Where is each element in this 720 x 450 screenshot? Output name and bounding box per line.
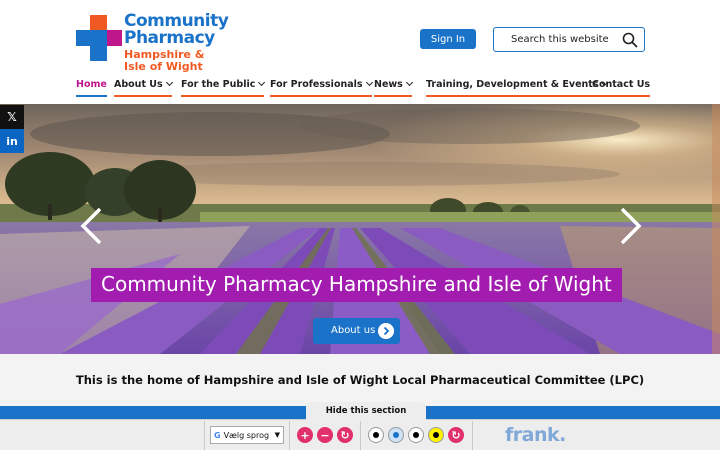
frank-partner-logo[interactable]: frank. bbox=[505, 424, 566, 446]
sign-in-button[interactable]: Sign In bbox=[420, 29, 476, 49]
language-select[interactable]: G Vælg sprog ▼ bbox=[210, 426, 284, 444]
logo-line-4: Isle of Wight bbox=[124, 60, 203, 73]
toolbar-divider bbox=[360, 421, 361, 450]
hero-title: Community Pharmacy Hampshire and Isle of… bbox=[91, 268, 622, 302]
hero-next-arrow-icon[interactable] bbox=[618, 206, 644, 246]
about-us-label: About us bbox=[331, 325, 376, 336]
search-icon[interactable] bbox=[622, 32, 638, 48]
chevron-down-icon bbox=[405, 78, 413, 87]
pharmacy-cross-logo-icon bbox=[76, 15, 122, 61]
chevron-down-icon bbox=[365, 78, 373, 87]
logo-wordmark: Community Pharmacy Hampshire & Isle of W… bbox=[124, 13, 229, 73]
hero-lavender-field-image bbox=[0, 104, 720, 354]
hero-banner bbox=[0, 104, 720, 354]
toolbar-divider bbox=[472, 421, 473, 450]
theme-dot bbox=[433, 432, 439, 438]
hide-section-button[interactable]: Hide this section bbox=[306, 402, 426, 421]
theme-blue-button[interactable] bbox=[388, 427, 404, 443]
toolbar-divider bbox=[289, 421, 290, 450]
theme-dot bbox=[393, 432, 399, 438]
theme-dot bbox=[413, 432, 419, 438]
logo-line-3: Hampshire & bbox=[124, 48, 205, 61]
nav-item-for-the-public[interactable]: For the Public bbox=[181, 78, 266, 97]
nav-item-home[interactable]: Home bbox=[76, 78, 107, 97]
nav-item-training[interactable]: Training, Development & Events bbox=[426, 78, 609, 97]
x-share-icon[interactable]: 𝕏 bbox=[0, 105, 24, 129]
google-translate-icon: G bbox=[214, 430, 221, 440]
nav-item-about-us[interactable]: About Us bbox=[114, 78, 173, 97]
logo-line-2: Pharmacy bbox=[124, 28, 215, 48]
chevron-down-icon bbox=[258, 78, 266, 87]
chevron-right-circle-icon bbox=[378, 323, 394, 339]
decrease-text-size-icon[interactable]: − bbox=[317, 427, 333, 443]
intro-section: This is the home of Hampshire and Isle o… bbox=[0, 354, 720, 406]
increase-text-size-icon[interactable]: + bbox=[297, 427, 313, 443]
search-input[interactable]: Search this website bbox=[493, 27, 645, 52]
reset-theme-icon[interactable]: ↻ bbox=[448, 427, 464, 443]
linkedin-share-icon[interactable]: in bbox=[0, 129, 24, 153]
nav-item-contact-us[interactable]: Contact Us bbox=[592, 78, 651, 97]
theme-contrast-button[interactable] bbox=[408, 427, 424, 443]
language-select-label: Vælg sprog bbox=[223, 430, 270, 440]
intro-text: This is the home of Hampshire and Isle o… bbox=[75, 373, 645, 387]
reset-text-size-icon[interactable]: ↻ bbox=[337, 427, 353, 443]
about-us-button[interactable]: About us bbox=[313, 318, 400, 344]
hero-prev-arrow-icon[interactable] bbox=[78, 206, 104, 246]
nav-item-for-professionals[interactable]: For Professionals bbox=[270, 78, 373, 97]
site-logo[interactable]: Community Pharmacy Hampshire & Isle of W… bbox=[76, 13, 236, 72]
toolbar-divider bbox=[204, 421, 205, 450]
chevron-down-icon bbox=[165, 78, 173, 87]
search-placeholder: Search this website bbox=[511, 34, 609, 45]
theme-default-button[interactable] bbox=[368, 427, 384, 443]
theme-dot bbox=[373, 432, 379, 438]
dropdown-arrow-icon: ▼ bbox=[274, 431, 280, 439]
nav-item-news[interactable]: News bbox=[374, 78, 413, 97]
theme-yellow-button[interactable] bbox=[428, 427, 444, 443]
